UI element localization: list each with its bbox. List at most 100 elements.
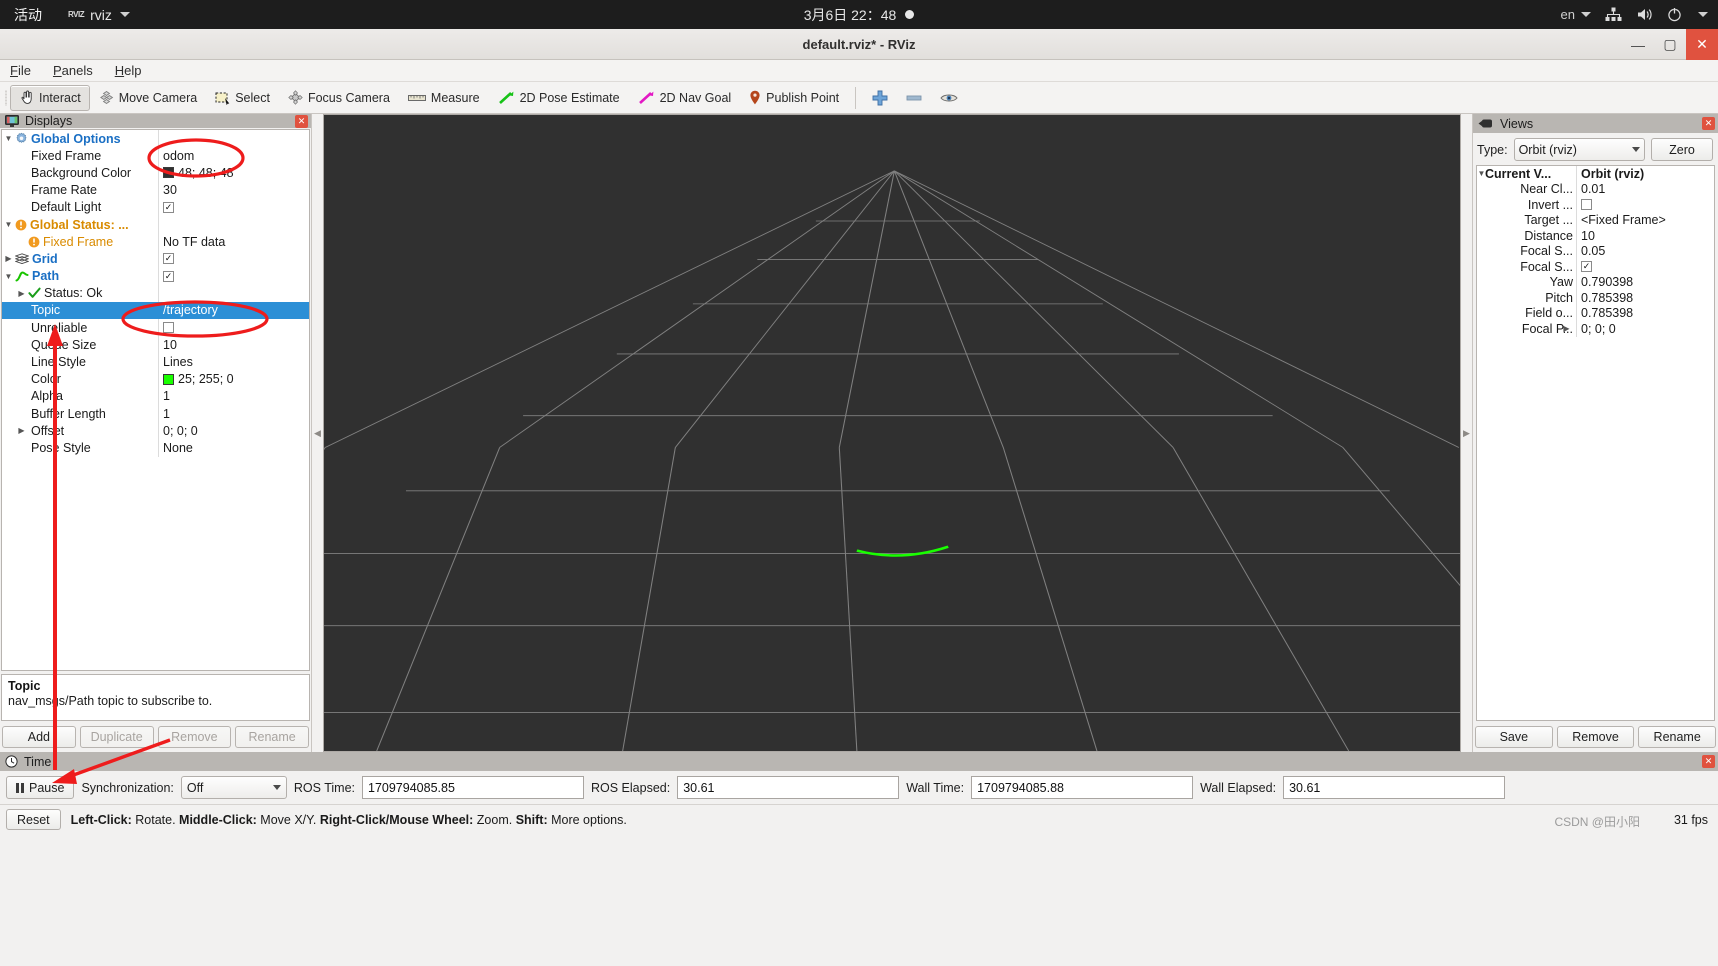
volume-icon[interactable] xyxy=(1636,7,1653,22)
pause-button[interactable]: Pause xyxy=(6,776,75,799)
display-row-value-cell[interactable]: 30 xyxy=(159,183,177,197)
tool-2d-pose-estimate-button[interactable]: 2D Pose Estimate xyxy=(489,85,629,111)
display-row-value-cell[interactable]: ✓ xyxy=(159,253,174,265)
tool-interact-button[interactable]: Interact xyxy=(10,84,90,111)
close-button[interactable]: ✕ xyxy=(1686,29,1718,60)
view-row-current-v[interactable]: ▼ Current V... Orbit (rviz) xyxy=(1477,166,1714,182)
system-menu-chevron-icon[interactable] xyxy=(1698,12,1708,17)
network-icon[interactable] xyxy=(1605,7,1622,22)
view-row-value-cell[interactable]: 10 xyxy=(1577,229,1595,243)
save-view-button[interactable]: Save xyxy=(1475,726,1553,748)
display-row-value-cell[interactable] xyxy=(159,322,174,334)
display-row-frame-rate[interactable]: Frame Rate 30 xyxy=(2,181,309,199)
checkbox[interactable] xyxy=(1581,199,1592,211)
display-row-value-cell[interactable]: 25; 255; 0 xyxy=(159,372,234,386)
tool-2d-nav-goal-button[interactable]: 2D Nav Goal xyxy=(629,85,741,111)
remove-tool-button[interactable] xyxy=(897,85,931,111)
checkbox[interactable] xyxy=(163,322,174,334)
displays-panel-close-icon[interactable]: ✕ xyxy=(295,114,308,128)
display-row-global-options[interactable]: ▼ Global Options xyxy=(2,130,309,148)
expander-open-icon[interactable]: ▼ xyxy=(2,220,15,229)
display-row-value-cell[interactable]: 48; 48; 48 xyxy=(159,166,234,180)
view-row-value-cell[interactable]: 0.790398 xyxy=(1577,275,1633,289)
activities-button[interactable]: 活动 xyxy=(14,5,42,25)
add-display-button[interactable]: Add xyxy=(2,726,76,748)
menu-file[interactable]: File xyxy=(10,63,31,78)
ros-elapsed-field[interactable]: 30.61 xyxy=(677,776,900,799)
tool-focus-camera-button[interactable]: Focus Camera xyxy=(279,85,399,111)
zero-view-button[interactable]: Zero xyxy=(1651,138,1713,161)
views-panel-close-icon[interactable]: ✕ xyxy=(1702,117,1715,130)
display-row-buffer-length[interactable]: Buffer Length 1 xyxy=(2,405,309,423)
checkbox[interactable]: ✓ xyxy=(163,201,174,213)
display-row-alpha[interactable]: Alpha 1 xyxy=(2,387,309,405)
checkbox[interactable]: ✓ xyxy=(163,270,174,282)
maximize-button[interactable]: ▢ xyxy=(1654,29,1686,60)
rename-view-button[interactable]: Rename xyxy=(1638,726,1717,748)
display-row-queue-size[interactable]: Queue Size 10 xyxy=(2,336,309,354)
display-row-value-cell[interactable]: 1 xyxy=(159,389,170,403)
view-row-invert[interactable]: Invert ... xyxy=(1477,197,1714,213)
display-row-color[interactable]: Color 25; 255; 0 xyxy=(2,370,309,388)
display-row-value-cell[interactable]: No TF data xyxy=(159,235,225,249)
tool-properties-eye-button[interactable] xyxy=(931,85,967,111)
time-panel-close-icon[interactable]: ✕ xyxy=(1702,755,1715,768)
display-row-value-cell[interactable]: /trajectory xyxy=(159,303,218,317)
keyboard-language-indicator[interactable]: en xyxy=(1561,7,1591,22)
expander-open-icon[interactable]: ▼ xyxy=(2,272,15,281)
view-row-yaw[interactable]: Yaw 0.790398 xyxy=(1477,274,1714,290)
expander-closed-icon[interactable]: ▶ xyxy=(15,426,28,435)
left-splitter-handle[interactable]: ◀ xyxy=(312,114,323,752)
view-type-select[interactable]: Orbit (rviz) xyxy=(1513,138,1645,161)
remove-view-button[interactable]: Remove xyxy=(1556,726,1635,748)
view-row-value-cell[interactable]: <Fixed Frame> xyxy=(1577,213,1666,227)
tool-move-camera-button[interactable]: Move Camera xyxy=(90,85,207,111)
view-row-distance[interactable]: Distance 10 xyxy=(1477,228,1714,244)
view-row-value-cell[interactable]: 0; 0; 0 xyxy=(1577,322,1616,336)
tool-publish-point-button[interactable]: Publish Point xyxy=(740,85,848,111)
view-row-focal-s[interactable]: Focal S... ✓ xyxy=(1477,259,1714,275)
view-row-field-o[interactable]: Field o... 0.785398 xyxy=(1477,305,1714,321)
display-row-global-status[interactable]: ▼ Global Status: ... xyxy=(2,215,309,234)
display-row-value-cell[interactable]: 10 xyxy=(159,338,177,352)
app-menu-rviz[interactable]: RVIZ rviz xyxy=(68,7,130,23)
view-row-focal-s[interactable]: Focal S... 0.05 xyxy=(1477,243,1714,259)
power-icon[interactable] xyxy=(1667,7,1682,22)
render-viewport-3d[interactable] xyxy=(323,114,1461,752)
display-row-offset[interactable]: ▶ Offset 0; 0; 0 xyxy=(2,422,309,440)
expander-closed-icon[interactable]: ▶ xyxy=(2,254,15,263)
view-row-value-cell[interactable] xyxy=(1577,199,1592,211)
display-row-value-cell[interactable]: 1 xyxy=(159,407,170,421)
view-row-value-cell[interactable]: Orbit (rviz) xyxy=(1577,167,1644,181)
display-row-value-cell[interactable]: Lines xyxy=(159,355,193,369)
ros-time-field[interactable]: 1709794085.85 xyxy=(362,776,584,799)
displays-tree[interactable]: ▼ Global Options Fixed Frame odom Background… xyxy=(1,129,310,671)
view-row-value-cell[interactable]: 0.785398 xyxy=(1577,291,1633,305)
display-row-value-cell[interactable]: ✓ xyxy=(159,201,174,213)
view-row-value-cell[interactable]: 0.01 xyxy=(1577,182,1605,196)
display-row-pose-style[interactable]: Pose Style None xyxy=(2,439,309,457)
display-row-value-cell[interactable]: 0; 0; 0 xyxy=(159,424,198,438)
views-tree[interactable]: ▼ Current V... Orbit (rviz) Near Cl... 0.01 I… xyxy=(1476,165,1715,721)
view-row-target[interactable]: Target ... <Fixed Frame> xyxy=(1477,212,1714,228)
display-row-path[interactable]: ▼ Path ✓ xyxy=(2,267,309,285)
view-row-value-cell[interactable]: ✓ xyxy=(1577,261,1592,273)
display-row-value-cell[interactable]: None xyxy=(159,441,193,455)
add-tool-button[interactable] xyxy=(863,85,897,111)
checkbox[interactable]: ✓ xyxy=(163,253,174,265)
display-row-fixed-frame[interactable]: Fixed Frame No TF data xyxy=(2,233,309,251)
menu-panels[interactable]: Panels xyxy=(53,63,93,78)
display-row-unreliable[interactable]: Unreliable xyxy=(2,319,309,337)
expander-closed-icon[interactable]: ▶ xyxy=(15,289,28,298)
display-row-default-light[interactable]: Default Light ✓ xyxy=(2,198,309,216)
color-swatch[interactable] xyxy=(163,373,174,385)
display-row-grid[interactable]: ▶ Grid ✓ xyxy=(2,250,309,268)
menu-help[interactable]: Help xyxy=(115,63,142,78)
wall-elapsed-field[interactable]: 30.61 xyxy=(1283,776,1506,799)
view-row-value-cell[interactable]: 0.05 xyxy=(1577,244,1605,258)
display-row-background-color[interactable]: Background Color 48; 48; 48 xyxy=(2,164,309,182)
expander-open-icon[interactable]: ▼ xyxy=(2,134,15,143)
view-row-value-cell[interactable]: 0.785398 xyxy=(1577,306,1633,320)
expander-open-icon[interactable]: ▼ xyxy=(1475,169,1488,178)
display-row-value-cell[interactable]: odom xyxy=(159,149,194,163)
